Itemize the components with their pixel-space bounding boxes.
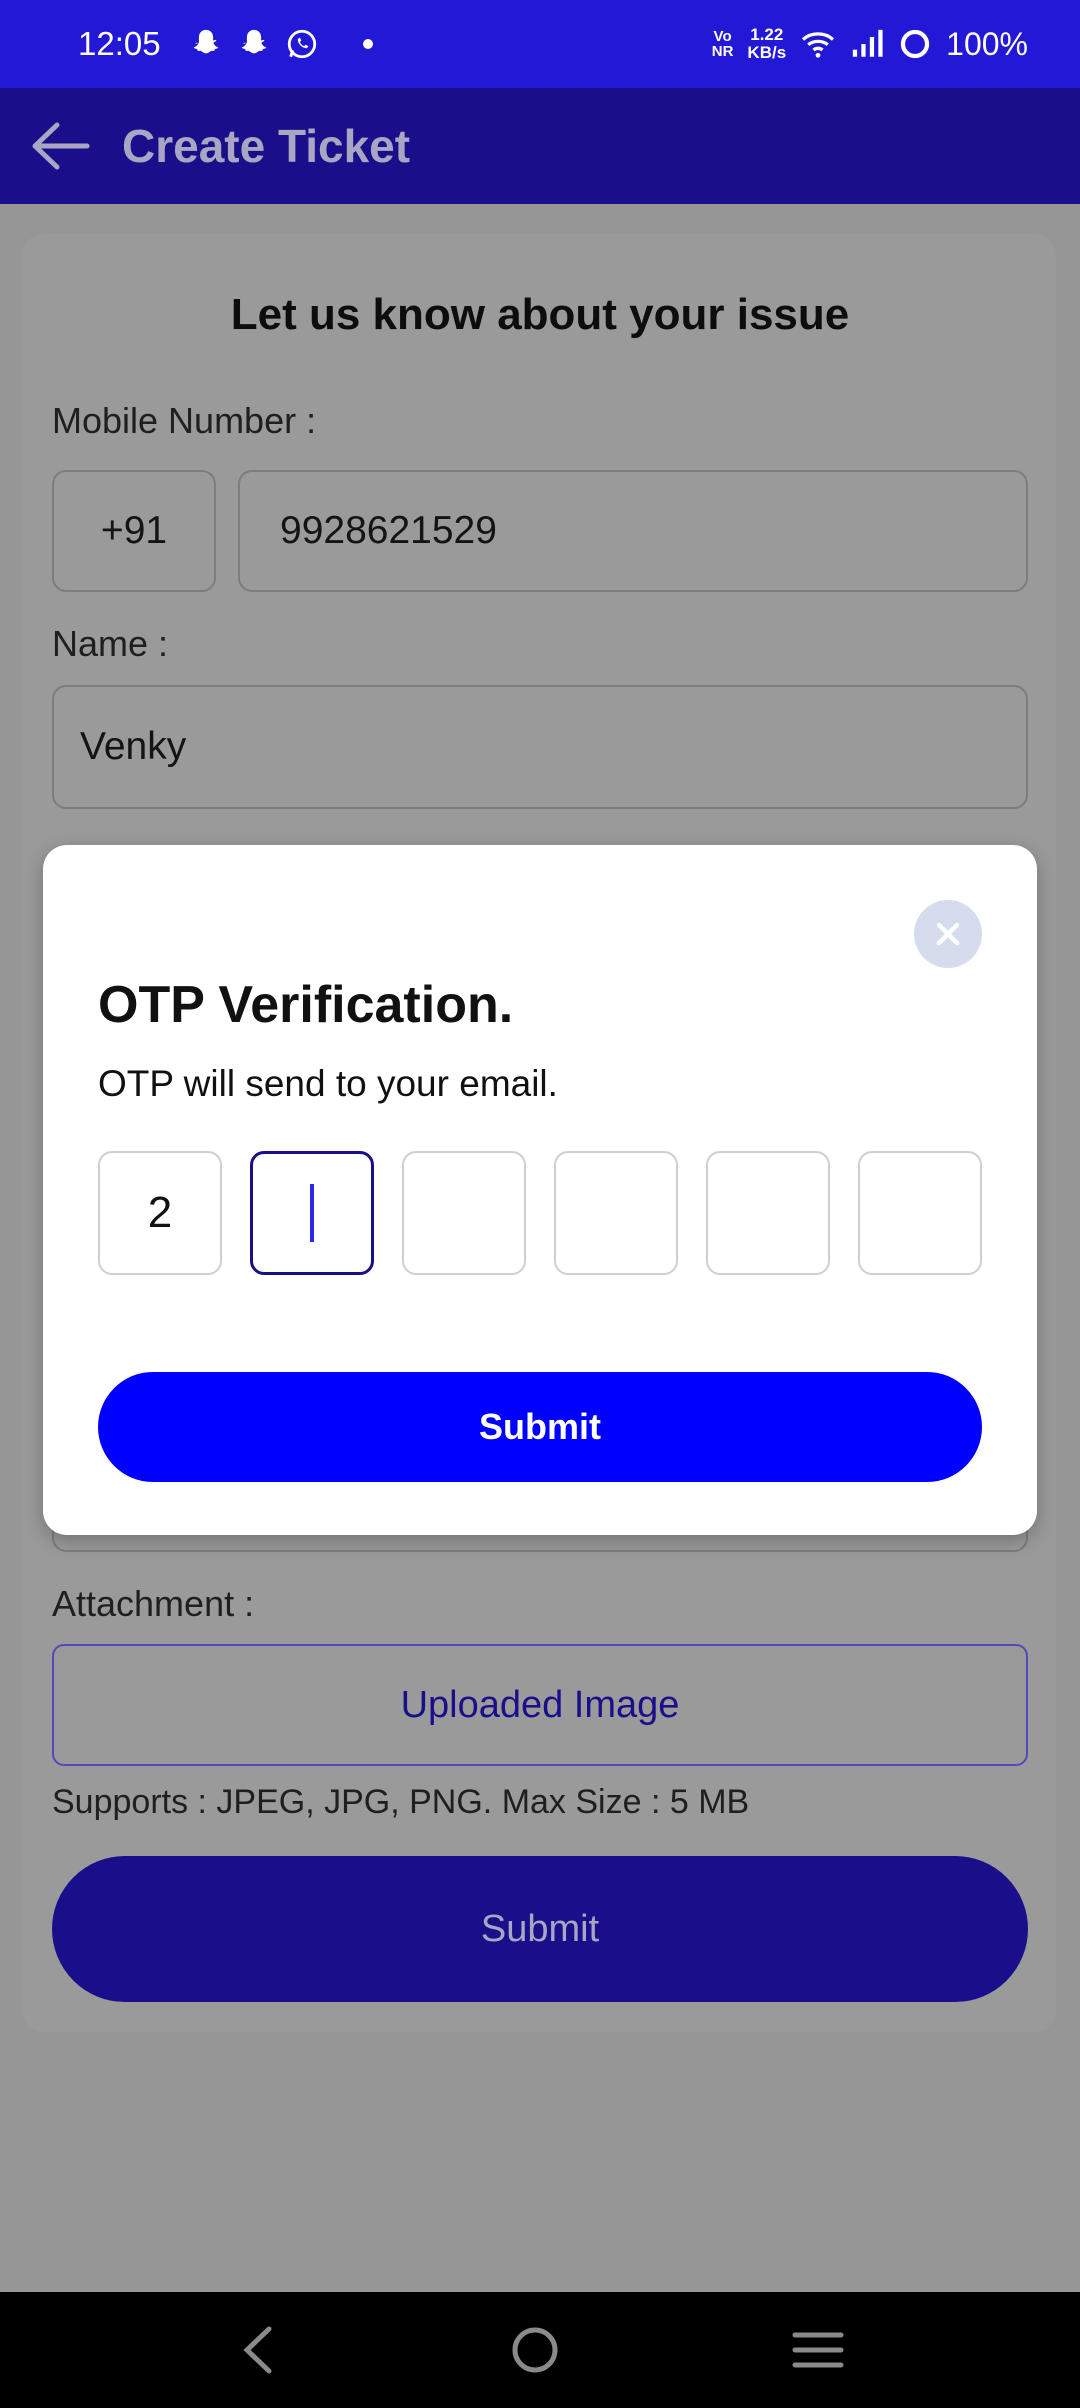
system-nav-bar [0,2292,1080,2408]
nav-menu-icon[interactable] [791,2328,845,2372]
network-type-top: Vo [713,28,732,45]
close-icon [936,922,960,946]
otp-modal: OTP Verification. OTP will send to your … [43,845,1037,1535]
battery-level: 100% [946,25,1028,62]
form-submit-button[interactable]: Submit [52,1856,1028,2002]
close-button[interactable] [914,900,982,968]
otp-title: OTP Verification. [98,976,514,1034]
otp-submit-button[interactable]: Submit [98,1372,982,1482]
name-input[interactable]: Venky [52,685,1028,809]
supports-text: Supports : JPEG, JPG, PNG. Max Size : 5 … [52,1783,750,1821]
whatsapp-icon [287,29,316,59]
otp-digit-1[interactable]: 2 [98,1151,222,1275]
country-code-field[interactable]: +91 [52,470,216,592]
nav-home-icon[interactable] [510,2325,560,2375]
signal-icon [852,29,883,57]
network-type: Vo NR [712,29,734,59]
otp-input-row: 2 [98,1151,982,1275]
mobile-number-input[interactable]: 9928621529 [238,470,1028,592]
network-type-bottom: NR [711,43,734,60]
otp-digit-3[interactable] [402,1151,526,1275]
back-button[interactable] [30,115,92,177]
otp-digit-2[interactable] [250,1151,374,1275]
battery-ring-icon [900,29,930,59]
wifi-icon [802,32,835,58]
name-label: Name : [52,623,169,664]
nav-back-icon[interactable] [235,2325,279,2375]
network-speed: 1.22 KB/s [747,26,786,62]
more-notifications-dot [362,39,373,49]
otp-digit-4[interactable] [554,1151,678,1275]
upload-image-button[interactable]: Uploaded Image [52,1644,1028,1766]
speed-value: 1.22 [750,25,784,44]
snapchat-icon [241,29,266,54]
notification-icons [189,27,373,61]
otp-digit-5[interactable] [706,1151,830,1275]
status-time: 12:05 [78,25,161,62]
text-cursor [310,1184,314,1242]
mobile-label: Mobile Number : [52,400,317,441]
status-right: Vo NR 1.22 KB/s 100% [712,26,1028,63]
form-heading: Let us know about your issue [230,290,850,339]
otp-digit-6[interactable] [858,1151,982,1275]
page-title: Create Ticket [122,120,411,172]
speed-unit: KB/s [747,43,787,62]
app-bar: Create Ticket [0,88,1080,204]
attachment-label: Attachment : [52,1583,255,1624]
status-bar: 12:05 Vo NR 1.22 KB/s 100% [0,0,1080,88]
snapchat-icon [193,29,218,54]
arrow-left-icon [32,122,90,170]
otp-subtitle: OTP will send to your email. [98,1063,558,1104]
